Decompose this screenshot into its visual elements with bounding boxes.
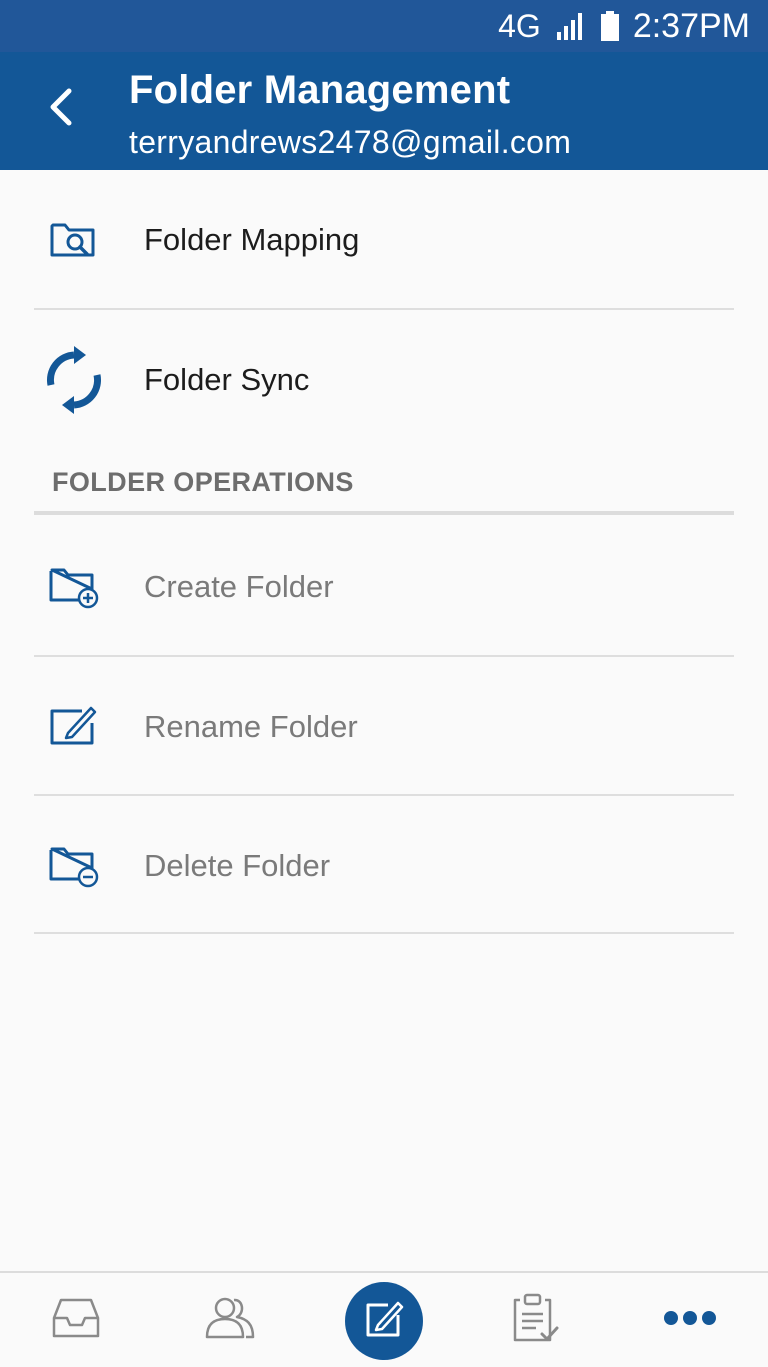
nav-more[interactable] bbox=[640, 1273, 740, 1367]
list-item-folder-mapping[interactable]: Folder Mapping bbox=[0, 170, 768, 309]
section-divider bbox=[34, 511, 734, 515]
list-item-folder-sync[interactable]: Folder Sync bbox=[0, 310, 768, 449]
chevron-left-icon bbox=[47, 87, 75, 132]
account-email: terryandrews2478@gmail.com bbox=[129, 124, 572, 160]
back-button[interactable] bbox=[30, 78, 92, 140]
section-header-folder-operations: FOLDER OPERATIONS bbox=[52, 467, 354, 497]
clock: 2:37PM bbox=[632, 6, 750, 45]
divider bbox=[34, 932, 734, 934]
bottom-nav bbox=[0, 1271, 768, 1367]
app-bar: Folder Management terryandrews2478@gmail… bbox=[0, 52, 768, 170]
list-item-label: Delete Folder bbox=[144, 847, 331, 883]
page-title: Folder Management bbox=[129, 68, 511, 112]
list-item-label: Folder Sync bbox=[144, 361, 310, 397]
contacts-icon bbox=[203, 1295, 257, 1346]
folder-minus-icon bbox=[44, 836, 104, 896]
inbox-icon bbox=[51, 1296, 101, 1345]
nav-contacts[interactable] bbox=[180, 1273, 280, 1367]
list-item-rename-folder[interactable]: Rename Folder bbox=[0, 657, 768, 796]
nav-inbox[interactable] bbox=[26, 1273, 126, 1367]
list-item-label: Folder Mapping bbox=[144, 221, 360, 257]
sync-icon bbox=[44, 345, 104, 414]
status-bar: 4G 2:37PM bbox=[0, 0, 768, 52]
list-item-label: Create Folder bbox=[144, 568, 334, 604]
list-item-delete-folder[interactable]: Delete Folder bbox=[0, 796, 768, 935]
compose-button[interactable] bbox=[345, 1282, 423, 1360]
list-item-create-folder[interactable]: Create Folder bbox=[0, 517, 768, 656]
folder-search-icon bbox=[44, 210, 104, 270]
battery-icon bbox=[600, 11, 619, 41]
tasks-icon bbox=[512, 1292, 560, 1349]
network-type: 4G bbox=[498, 7, 541, 44]
folder-plus-icon bbox=[44, 557, 104, 617]
signal-icon bbox=[555, 12, 587, 40]
list-item-label: Rename Folder bbox=[144, 708, 358, 744]
compose-icon bbox=[364, 1299, 404, 1344]
nav-tasks[interactable] bbox=[486, 1273, 586, 1367]
more-icon bbox=[663, 1310, 717, 1331]
edit-icon bbox=[44, 697, 104, 757]
